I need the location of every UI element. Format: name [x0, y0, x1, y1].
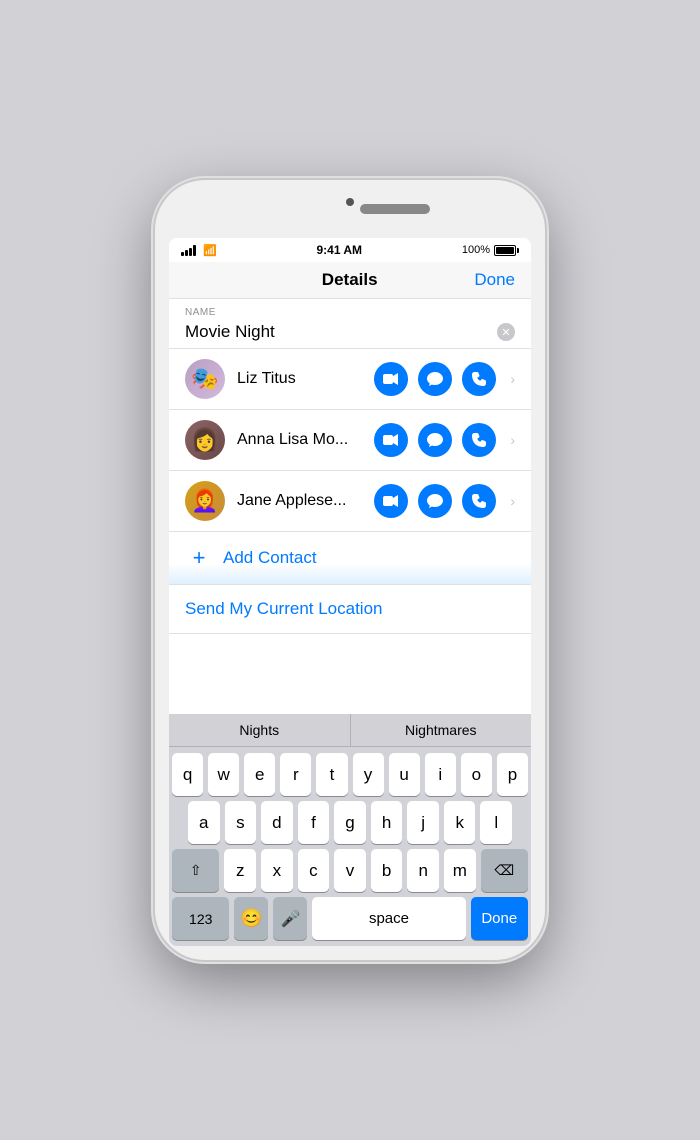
autocomplete-nights[interactable]: Nights: [169, 714, 351, 746]
key-w[interactable]: w: [208, 753, 239, 796]
battery-tip: [517, 248, 519, 253]
contact-name-liz: Liz Titus: [237, 370, 362, 388]
status-right: 100%: [462, 244, 519, 256]
backspace-key[interactable]: ⌫: [481, 849, 528, 892]
add-contact-row[interactable]: + Add Contact: [169, 532, 531, 585]
key-f[interactable]: f: [298, 801, 330, 844]
status-left: 📶: [181, 244, 217, 257]
status-time: 9:41 AM: [316, 243, 362, 257]
phone-call-jane[interactable]: [462, 484, 496, 518]
battery-fill: [496, 247, 514, 254]
avatar-liz: 🎭: [185, 359, 225, 399]
key-o[interactable]: o: [461, 753, 492, 796]
chevron-liz[interactable]: ›: [510, 371, 515, 387]
key-d[interactable]: d: [261, 801, 293, 844]
name-row: ✕: [185, 320, 515, 344]
video-call-jane[interactable]: [374, 484, 408, 518]
keyboard-row-2: a s d f g h j k l: [172, 801, 528, 844]
contact-row-anna: 👩 Anna Lisa Mo...: [169, 410, 531, 471]
contact-name-jane: Jane Applese...: [237, 492, 362, 510]
action-buttons-jane: [374, 484, 496, 518]
signal-bars: [181, 244, 196, 256]
action-buttons-liz: [374, 362, 496, 396]
nav-title: Details: [322, 270, 378, 290]
keyboard-row-bottom: 123 😊 🎤 space Done: [172, 897, 528, 940]
wifi-icon: 📶: [203, 244, 217, 257]
nav-bar: Details Done: [169, 262, 531, 299]
key-v[interactable]: v: [334, 849, 366, 892]
video-call-anna[interactable]: [374, 423, 408, 457]
key-u[interactable]: u: [389, 753, 420, 796]
battery-percent: 100%: [462, 244, 490, 256]
key-h[interactable]: h: [371, 801, 403, 844]
key-k[interactable]: k: [444, 801, 476, 844]
phone-call-anna[interactable]: [462, 423, 496, 457]
avatar-anna: 👩: [185, 420, 225, 460]
shift-key[interactable]: ⇧: [172, 849, 219, 892]
name-field-label: NAME: [185, 307, 515, 318]
key-l[interactable]: l: [480, 801, 512, 844]
key-a[interactable]: a: [188, 801, 220, 844]
autocomplete-bar: Nights Nightmares: [169, 714, 531, 747]
key-e[interactable]: e: [244, 753, 275, 796]
contact-row-liz: 🎭 Liz Titus: [169, 349, 531, 410]
send-location-button[interactable]: Send My Current Location: [185, 599, 383, 618]
contact-row-jane: 👩‍🦰 Jane Applese...: [169, 471, 531, 532]
content-area: NAME ✕ 🎭 Liz Titus: [169, 299, 531, 714]
autocomplete-nightmares[interactable]: Nightmares: [351, 714, 532, 746]
numbers-key[interactable]: 123: [172, 897, 229, 940]
key-j[interactable]: j: [407, 801, 439, 844]
clear-button[interactable]: ✕: [497, 323, 515, 341]
key-z[interactable]: z: [224, 849, 256, 892]
name-section: NAME ✕: [169, 299, 531, 349]
send-location-section: Send My Current Location: [169, 585, 531, 634]
done-button[interactable]: Done: [474, 270, 515, 290]
video-call-liz[interactable]: [374, 362, 408, 396]
key-m[interactable]: m: [444, 849, 476, 892]
key-r[interactable]: r: [280, 753, 311, 796]
speaker: [360, 204, 430, 214]
add-plus-icon: +: [185, 544, 213, 572]
key-b[interactable]: b: [371, 849, 403, 892]
message-anna[interactable]: [418, 423, 452, 457]
key-i[interactable]: i: [425, 753, 456, 796]
keyboard: q w e r t y u i o p a s d f g h j k: [169, 747, 531, 946]
keyboard-done-button[interactable]: Done: [471, 897, 528, 940]
keyboard-row-3: ⇧ z x c v b n m ⌫: [172, 849, 528, 892]
key-x[interactable]: x: [261, 849, 293, 892]
key-g[interactable]: g: [334, 801, 366, 844]
chevron-anna[interactable]: ›: [510, 432, 515, 448]
key-p[interactable]: p: [497, 753, 528, 796]
message-liz[interactable]: [418, 362, 452, 396]
space-key[interactable]: space: [312, 897, 465, 940]
keyboard-row-1: q w e r t y u i o p: [172, 753, 528, 796]
message-jane[interactable]: [418, 484, 452, 518]
mic-key[interactable]: 🎤: [273, 897, 307, 940]
key-t[interactable]: t: [316, 753, 347, 796]
chevron-jane[interactable]: ›: [510, 493, 515, 509]
phone-call-liz[interactable]: [462, 362, 496, 396]
action-buttons-anna: [374, 423, 496, 457]
status-bar: 📶 9:41 AM 100%: [169, 238, 531, 262]
battery-body: [494, 245, 516, 256]
key-c[interactable]: c: [298, 849, 330, 892]
key-y[interactable]: y: [353, 753, 384, 796]
key-n[interactable]: n: [407, 849, 439, 892]
phone-frame: 📶 9:41 AM 100% Details Done: [155, 180, 545, 960]
key-s[interactable]: s: [225, 801, 257, 844]
name-input[interactable]: [185, 320, 497, 344]
phone-screen: 📶 9:41 AM 100% Details Done: [169, 238, 531, 946]
avatar-jane: 👩‍🦰: [185, 481, 225, 521]
add-contact-label: Add Contact: [223, 548, 317, 568]
contact-name-anna: Anna Lisa Mo...: [237, 431, 362, 449]
emoji-key[interactable]: 😊: [234, 897, 268, 940]
key-q[interactable]: q: [172, 753, 203, 796]
battery-icon: [494, 245, 519, 256]
